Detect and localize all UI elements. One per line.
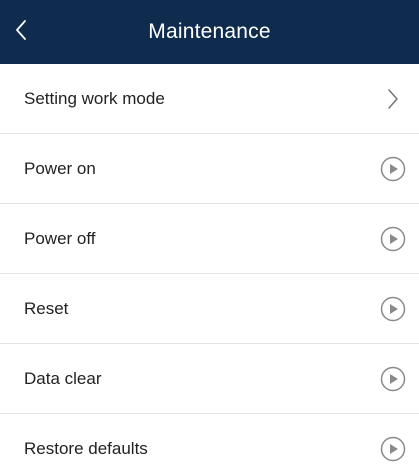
reset-item[interactable]: Reset — [0, 274, 419, 344]
page-title: Maintenance — [148, 20, 271, 43]
list-item-label: Setting work mode — [24, 88, 165, 108]
list-item-label: Power on — [24, 158, 96, 178]
list-item-label: Reset — [24, 298, 69, 318]
chevron-right-icon — [379, 85, 407, 113]
chevron-left-icon — [14, 19, 28, 46]
play-circle-icon[interactable] — [379, 435, 407, 463]
play-circle-icon[interactable] — [379, 155, 407, 183]
list-item-label: Data clear — [24, 368, 102, 388]
setting-work-mode-item[interactable]: Setting work mode — [0, 64, 419, 134]
app-header: Maintenance — [0, 0, 419, 64]
list-item-label: Restore defaults — [24, 439, 148, 458]
back-button[interactable] — [14, 0, 54, 64]
power-off-item[interactable]: Power off — [0, 204, 419, 274]
restore-defaults-item[interactable]: Restore defaults — [0, 414, 419, 472]
list-item-label: Power off — [24, 228, 96, 248]
play-circle-icon[interactable] — [379, 295, 407, 323]
data-clear-item[interactable]: Data clear — [0, 344, 419, 414]
play-circle-icon[interactable] — [379, 225, 407, 253]
play-circle-icon[interactable] — [379, 365, 407, 393]
maintenance-list: Setting work mode Power on Power off Res… — [0, 64, 419, 472]
power-on-item[interactable]: Power on — [0, 134, 419, 204]
